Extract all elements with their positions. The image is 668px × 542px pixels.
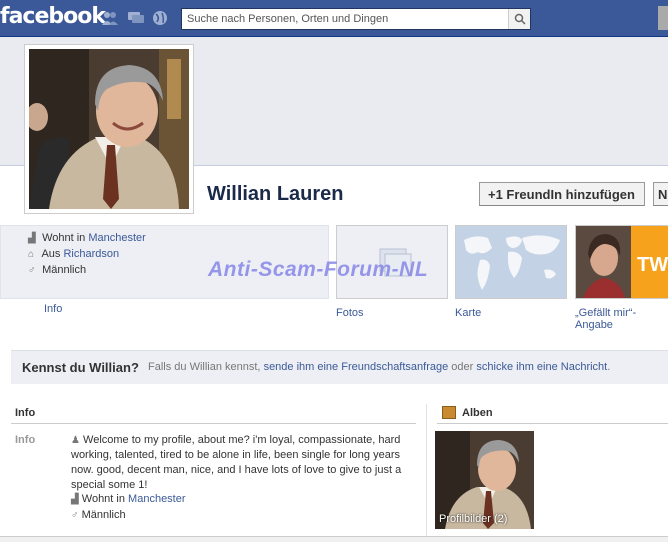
search-button[interactable]	[508, 9, 530, 29]
add-friend-button[interactable]: +1 FreundIn hinzufügen	[479, 182, 645, 206]
messages-icon[interactable]	[127, 10, 145, 26]
know-title: Kennst du Willian?	[22, 360, 139, 375]
send-friend-request-link[interactable]: sende ihm eine Freundschaftsanfrage	[264, 361, 449, 373]
house-icon: ⌂	[28, 249, 35, 260]
map-tile[interactable]	[455, 225, 567, 299]
profile-picture[interactable]	[24, 44, 194, 214]
facebook-logo[interactable]: facebook	[0, 4, 106, 29]
info-section-heading: Info	[11, 404, 416, 424]
albums-section-heading: Alben	[437, 404, 668, 424]
know-text: Falls du Willian kennst, sende ihm eine …	[148, 361, 611, 373]
male-icon: ♂	[28, 265, 36, 276]
home-icon: ▟	[71, 494, 79, 505]
watermark: Anti-Scam-Forum-NL	[208, 258, 429, 281]
likes-tile[interactable]: TW	[575, 225, 668, 299]
about-text: ♟ Welcome to my profile, about me? i'm l…	[71, 434, 402, 491]
profile-name[interactable]: Willian Lauren	[207, 183, 344, 206]
album-icon	[442, 406, 456, 419]
info-gender: ♂ Männlich	[71, 509, 126, 521]
friend-requests-icon[interactable]	[101, 10, 119, 26]
tab-map[interactable]: Karte	[455, 307, 481, 319]
gender-line: ♂ Männlich	[28, 264, 87, 276]
home-icon: ▟	[28, 233, 36, 244]
search-icon	[514, 13, 526, 25]
person-icon: ♟	[71, 435, 80, 446]
message-button[interactable]: N	[653, 182, 668, 206]
male-icon: ♂	[71, 510, 79, 521]
from-link[interactable]: Richardson	[63, 248, 119, 260]
tab-photos[interactable]: Fotos	[336, 307, 364, 319]
info-lives-in-link[interactable]: Manchester	[128, 493, 185, 505]
lives-in-link[interactable]: Manchester	[88, 232, 145, 244]
info-lives-in: ▟ Wohnt in Manchester	[71, 493, 186, 505]
horizontal-scrollbar[interactable]	[0, 536, 668, 542]
user-avatar[interactable]	[658, 6, 668, 30]
send-message-link[interactable]: schicke ihm eine Nachricht	[476, 361, 607, 373]
know-user-box: Kennst du Willian? Falls du Willian kenn…	[11, 350, 668, 384]
from-line: ⌂ Aus Richardson	[28, 248, 120, 260]
lives-in-line: ▟ Wohnt in Manchester	[28, 232, 146, 244]
tab-info[interactable]: Info	[44, 303, 62, 315]
top-bar: facebook Suche nach Personen, Orten und …	[0, 0, 668, 37]
notifications-globe-icon[interactable]	[151, 10, 169, 26]
info-label: Info	[15, 434, 36, 446]
profile-photo	[29, 49, 189, 209]
like-page-logo: TW	[637, 254, 668, 276]
albums-heading-label: Alben	[462, 407, 493, 419]
tab-likes[interactable]: „Gefällt mir“-Angabe	[575, 307, 668, 331]
album-caption: Profilbilder (2)	[439, 513, 508, 525]
album-profile-pictures[interactable]: Profilbilder (2)	[435, 431, 534, 529]
world-map-icon	[456, 226, 566, 298]
search-placeholder: Suche nach Personen, Orten und Dingen	[187, 13, 389, 25]
search-input[interactable]: Suche nach Personen, Orten und Dingen	[181, 8, 531, 30]
column-divider	[426, 404, 427, 542]
